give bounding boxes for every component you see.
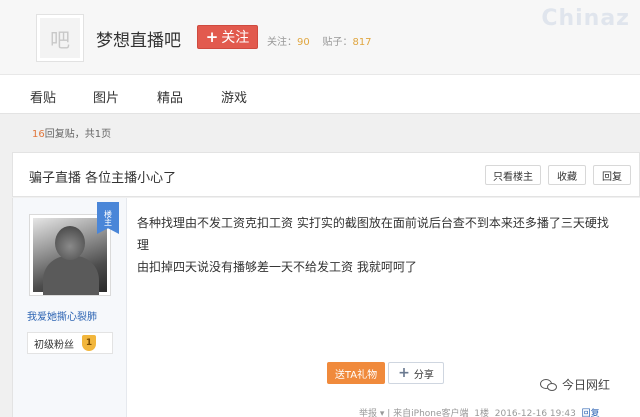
level-name: 初级粉丝	[34, 339, 74, 351]
follow-count: 90	[297, 37, 310, 48]
watermark-bottom: 今日网红	[540, 376, 610, 393]
wechat-icon	[540, 377, 558, 393]
forum-logo[interactable]: 吧	[36, 14, 84, 62]
posts-stat-label: 贴子：	[322, 37, 353, 48]
plus-icon: +	[398, 365, 410, 381]
avatar-body-shape	[43, 256, 99, 295]
avatar-photo	[33, 218, 107, 295]
plus-icon: +	[205, 28, 219, 46]
favorite-button[interactable]: 收藏	[548, 165, 586, 185]
only-op-button[interactable]: 只看楼主	[485, 165, 541, 185]
author-level[interactable]: 初级粉丝 1	[27, 332, 113, 354]
post-content-line: 各种找理由不发工资克扣工资 实打实的截图放在面前说后台查不到本来还多播了三天硬找…	[137, 216, 609, 252]
reply-count-info: 16回复贴，共1页	[32, 125, 111, 140]
report-link[interactable]: 举报	[359, 409, 377, 417]
follow-button[interactable]: + 关注	[197, 25, 258, 49]
share-button[interactable]: + 分享	[388, 362, 444, 384]
reply-count: 16	[32, 129, 45, 140]
watermark-top: Chinaz	[541, 6, 630, 31]
forum-stats: 关注：90 贴子：817	[267, 33, 372, 48]
post-time: 2016-12-16 19:43	[494, 409, 576, 417]
follow-stat-label: 关注：	[267, 37, 297, 48]
tab-posts[interactable]: 看贴	[30, 87, 56, 106]
posts-count: 817	[352, 37, 372, 48]
thread-title: 骗子直播 各位主播小心了	[29, 171, 177, 186]
forum-nav: 看贴 图片 精品 游戏	[0, 74, 640, 114]
reply-count-suffix: 回复贴，共1页	[44, 129, 112, 140]
watermark-text: 今日网红	[562, 378, 611, 392]
forum-name[interactable]: 梦想直播吧	[96, 26, 181, 51]
forum-header: 吧 梦想直播吧 + 关注 关注：90 贴子：817 Chinaz	[0, 0, 640, 74]
post-content-line: 由扣掉四天说没有播够差一天不给发工资 我就呵呵了	[137, 260, 417, 274]
share-label: 分享	[413, 369, 434, 381]
avatar-head-shape	[55, 226, 85, 260]
thread-title-bar: 骗子直播 各位主播小心了 只看楼主 收藏 回复	[12, 152, 640, 197]
author-column: 楼主 我爱她撕心裂肺 初级粉丝 1	[13, 198, 127, 417]
tab-games[interactable]: 游戏	[221, 87, 247, 106]
follow-label: 关注	[221, 30, 250, 46]
tab-images[interactable]: 图片	[93, 87, 119, 106]
reply-button[interactable]: 回复	[593, 165, 631, 185]
floor-number: 1楼	[474, 409, 490, 417]
tab-featured[interactable]: 精品	[157, 87, 183, 106]
send-gift-button[interactable]: 送TA礼物	[327, 362, 385, 384]
post-content: 各种找理由不发工资克扣工资 实打实的截图放在面前说后台查不到本来还多播了三天硬找…	[137, 212, 617, 278]
author-username[interactable]: 我爱她撕心裂肺	[27, 308, 97, 323]
forum-logo-placeholder-icon: 吧	[40, 18, 80, 58]
post-source: | 来自iPhone客户端	[387, 409, 469, 417]
level-badge-icon: 1	[82, 335, 96, 351]
post-footer: 举报 ▾ | 来自iPhone客户端 1楼 2016-12-16 19:43 回…	[359, 409, 600, 417]
reply-link[interactable]: 回复	[582, 409, 600, 417]
